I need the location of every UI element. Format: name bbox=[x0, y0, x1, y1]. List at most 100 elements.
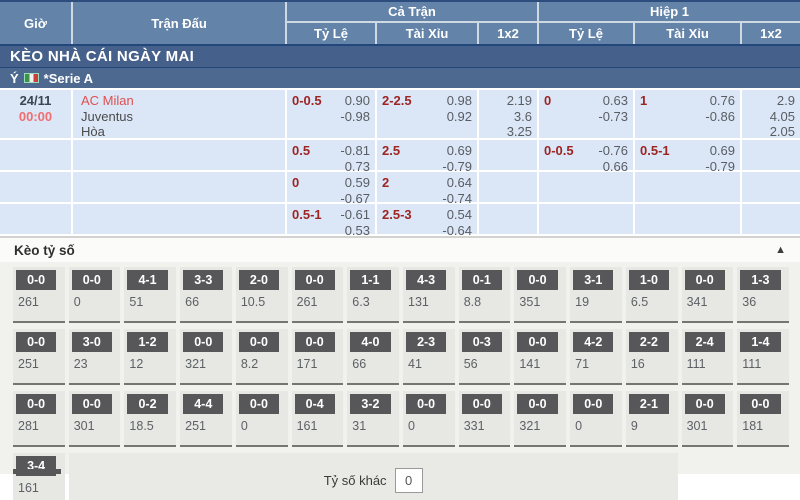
odds-value[interactable]: 0.69 bbox=[442, 143, 472, 159]
odds-value[interactable]: -0.98 bbox=[340, 109, 370, 125]
score-odds-value: 12 bbox=[127, 357, 173, 371]
other-score-input[interactable]: 0 bbox=[395, 468, 423, 493]
home-team[interactable]: AC Milan bbox=[81, 93, 280, 109]
away-team[interactable]: Juventus bbox=[81, 109, 280, 125]
score-odds-value: 36 bbox=[740, 295, 786, 309]
odds-value[interactable]: 0.69 bbox=[705, 143, 735, 159]
score-button[interactable]: 0-2 bbox=[127, 394, 167, 414]
handicap-line: 0.5 bbox=[292, 143, 310, 174]
ft-over-under-cell[interactable]: 2-2.50.980.92 bbox=[377, 90, 479, 138]
score-button[interactable]: 0-0 bbox=[239, 394, 279, 414]
h1-handicap-cell[interactable]: 0-0.5-0.760.66 bbox=[539, 140, 635, 170]
odds-value[interactable]: 2.9 bbox=[777, 93, 795, 109]
score-button[interactable]: 0-1 bbox=[462, 270, 502, 290]
odds-value[interactable]: 0.53 bbox=[340, 223, 370, 239]
score-button[interactable]: 4-0 bbox=[350, 332, 390, 352]
score-button[interactable]: 0-0 bbox=[740, 394, 780, 414]
score-button[interactable]: 2-4 bbox=[685, 332, 725, 352]
odds-value[interactable]: 0.92 bbox=[447, 109, 472, 125]
score-button[interactable]: 1-4 bbox=[740, 332, 780, 352]
score-cell: 0-0351 bbox=[514, 267, 566, 323]
score-button[interactable]: 4-3 bbox=[406, 270, 446, 290]
score-grid: 0-02610-004-1513-3662-010.50-02611-16.34… bbox=[0, 262, 800, 474]
score-cell: 0-08.2 bbox=[236, 329, 288, 385]
odds-value[interactable]: -0.76 bbox=[598, 143, 628, 159]
odds-value[interactable]: 4.05 bbox=[770, 109, 795, 125]
score-button[interactable]: 0-0 bbox=[239, 332, 279, 352]
score-button[interactable]: 1-1 bbox=[350, 270, 390, 290]
score-cell: 4-3131 bbox=[403, 267, 455, 323]
odds-table-header: Giờ Trận Đấu Cả Trận Tỷ Lệ Tài Xỉu 1x2 H… bbox=[0, 0, 800, 44]
odds-value[interactable]: 3.6 bbox=[514, 109, 532, 125]
odds-value[interactable]: -0.64 bbox=[442, 223, 472, 239]
odds-value[interactable]: 2.19 bbox=[507, 93, 532, 109]
score-button[interactable]: 0-0 bbox=[462, 394, 502, 414]
score-button[interactable]: 2-3 bbox=[406, 332, 446, 352]
score-button[interactable]: 1-0 bbox=[629, 270, 669, 290]
h1-1x2-cell[interactable]: 2.94.052.05 bbox=[742, 90, 800, 138]
score-button[interactable]: 2-0 bbox=[239, 270, 279, 290]
score-button[interactable]: 0-0 bbox=[16, 270, 56, 290]
draw-label[interactable]: Hòa bbox=[81, 124, 280, 140]
odds-value[interactable]: 0.90 bbox=[340, 93, 370, 109]
score-button[interactable]: 1-3 bbox=[740, 270, 780, 290]
score-cell: 3-231 bbox=[347, 391, 399, 447]
score-button[interactable]: 0-0 bbox=[16, 394, 56, 414]
score-button[interactable]: 0-3 bbox=[462, 332, 502, 352]
odds-value[interactable]: 0.54 bbox=[442, 207, 472, 223]
ft-over-under-cell[interactable]: 2.5-30.54-0.64 bbox=[377, 204, 479, 234]
score-button[interactable]: 4-1 bbox=[127, 270, 167, 290]
score-button[interactable]: 3-1 bbox=[573, 270, 613, 290]
ft-1x2-cell[interactable]: 2.193.63.25 bbox=[479, 90, 539, 138]
h1-handicap-cell[interactable]: 00.63-0.73 bbox=[539, 90, 635, 138]
collapse-chevron-up-icon[interactable]: ▲ bbox=[775, 244, 786, 256]
odds-value[interactable]: 0.64 bbox=[442, 175, 472, 191]
ft-handicap-cell[interactable]: 0-0.50.90-0.98 bbox=[287, 90, 377, 138]
odds-value[interactable]: 3.25 bbox=[507, 124, 532, 140]
ft-handicap-cell[interactable]: 0.5-0.810.73 bbox=[287, 140, 377, 170]
match-cell: AC MilanJuventusHòa bbox=[73, 90, 287, 138]
score-button[interactable]: 2-2 bbox=[629, 332, 669, 352]
score-button[interactable]: 0-0 bbox=[406, 394, 446, 414]
score-button[interactable]: 2-1 bbox=[629, 394, 669, 414]
score-button[interactable]: 0-0 bbox=[295, 270, 335, 290]
score-button[interactable]: 1-2 bbox=[127, 332, 167, 352]
time-cell bbox=[0, 140, 73, 170]
score-button[interactable]: 0-0 bbox=[183, 332, 223, 352]
odds-value[interactable]: -0.86 bbox=[705, 109, 735, 125]
ft-over-under-cell[interactable]: 20.64-0.74 bbox=[377, 172, 479, 202]
ft-handicap-cell[interactable]: 0.5-1-0.610.53 bbox=[287, 204, 377, 234]
score-button[interactable]: 0-0 bbox=[72, 270, 112, 290]
score-odds-value: 51 bbox=[127, 295, 173, 309]
score-button[interactable]: 4-2 bbox=[573, 332, 613, 352]
odds-value[interactable]: 0.76 bbox=[705, 93, 735, 109]
odds-value[interactable]: 2.05 bbox=[770, 124, 795, 140]
score-button[interactable]: 0-0 bbox=[16, 332, 56, 352]
score-button[interactable]: 0-4 bbox=[295, 394, 335, 414]
h1-over-under-cell[interactable]: 10.76-0.86 bbox=[635, 90, 742, 138]
score-button[interactable]: 0-0 bbox=[72, 394, 112, 414]
score-button[interactable]: 4-4 bbox=[183, 394, 223, 414]
score-button[interactable]: 3-0 bbox=[72, 332, 112, 352]
league-row[interactable]: Ý *Serie A bbox=[0, 68, 800, 90]
score-button[interactable]: 0-0 bbox=[517, 332, 557, 352]
score-button[interactable]: 0-0 bbox=[685, 270, 725, 290]
odds-value[interactable]: -0.81 bbox=[340, 143, 370, 159]
ft-handicap-cell[interactable]: 00.59-0.67 bbox=[287, 172, 377, 202]
score-button[interactable]: 3-3 bbox=[183, 270, 223, 290]
score-button[interactable]: 0-0 bbox=[295, 332, 335, 352]
h1-over-under-cell[interactable]: 0.5-10.69-0.79 bbox=[635, 140, 742, 170]
col-header-first-half: Hiệp 1 bbox=[539, 2, 800, 23]
odds-value[interactable]: -0.73 bbox=[598, 109, 628, 125]
score-cell: 2-010.5 bbox=[236, 267, 288, 323]
odds-value[interactable]: 0.63 bbox=[598, 93, 628, 109]
score-button[interactable]: 0-0 bbox=[685, 394, 725, 414]
ft-over-under-cell[interactable]: 2.50.69-0.79 bbox=[377, 140, 479, 170]
score-button[interactable]: 3-2 bbox=[350, 394, 390, 414]
odds-value[interactable]: 0.59 bbox=[340, 175, 370, 191]
score-button[interactable]: 0-0 bbox=[517, 394, 557, 414]
score-button[interactable]: 0-0 bbox=[573, 394, 613, 414]
odds-value[interactable]: 0.98 bbox=[447, 93, 472, 109]
odds-value[interactable]: -0.61 bbox=[340, 207, 370, 223]
score-button[interactable]: 0-0 bbox=[517, 270, 557, 290]
